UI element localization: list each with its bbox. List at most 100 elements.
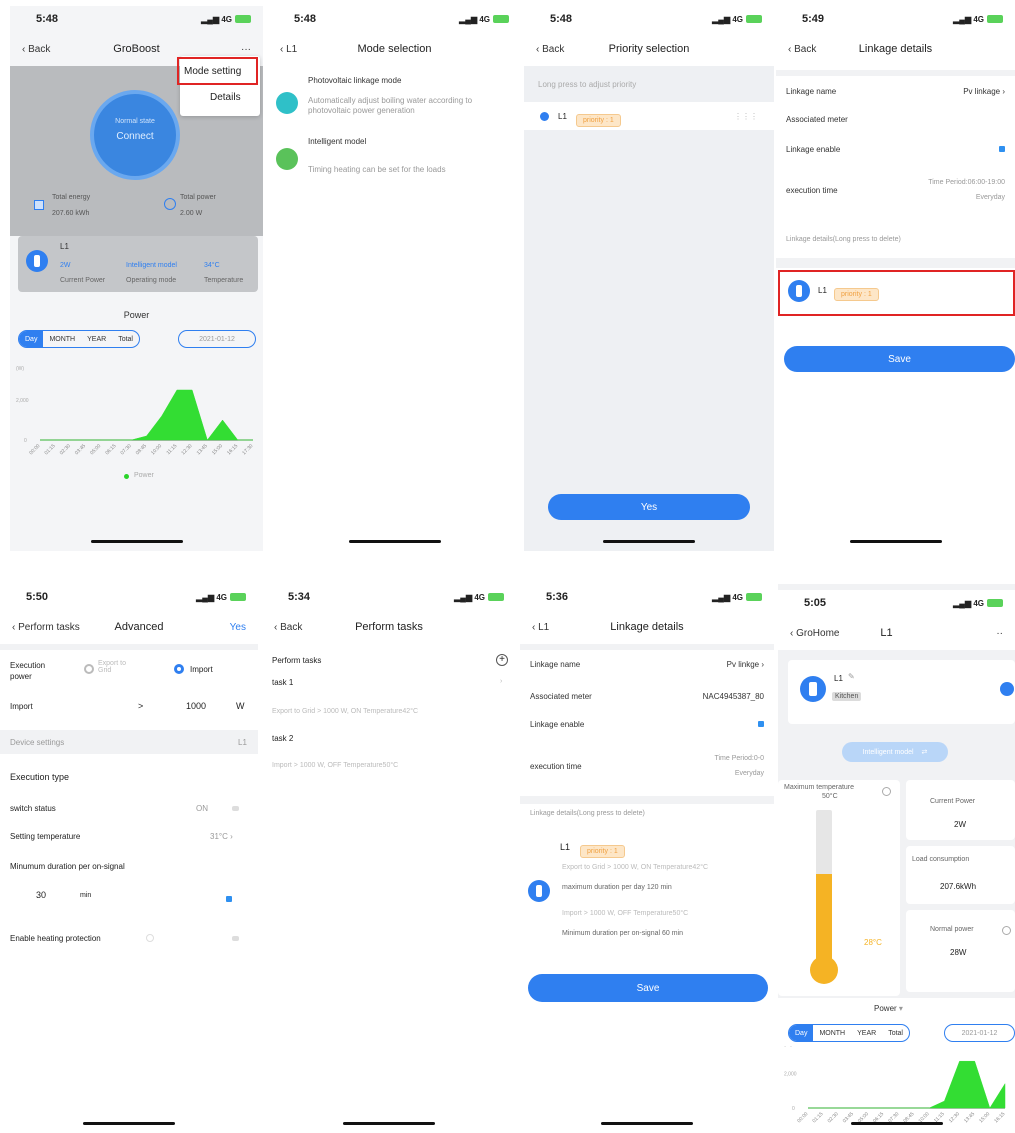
divider — [0, 644, 258, 650]
execution-time-row[interactable]: execution time Time Period:0-0 Everyday — [520, 744, 774, 788]
save-button[interactable]: Save — [528, 974, 768, 1002]
power-button-icon[interactable] — [1000, 682, 1014, 696]
signal-icon: ▂▄▆ 4G — [953, 599, 984, 608]
info-icon[interactable] — [146, 934, 154, 942]
linkage-enable-toggle[interactable] — [758, 721, 764, 727]
save-button[interactable]: Save — [784, 346, 1015, 372]
min-duration-unit: min — [80, 892, 92, 899]
min-duration-toggle[interactable] — [226, 896, 232, 902]
home-indicator — [90, 540, 183, 543]
back-button[interactable]: ‹ Perform tasks — [12, 622, 80, 633]
import-option-label: Import — [190, 665, 213, 674]
yes-button[interactable]: Yes — [230, 622, 246, 633]
info-icon[interactable] — [882, 787, 891, 796]
x-tick-label: 13:45 — [963, 1111, 976, 1124]
x-tick-label: 16:15 — [993, 1111, 1006, 1124]
period-segment: Day MONTH YEAR Total — [788, 1024, 910, 1042]
x-tick-label: 17:30 — [241, 443, 254, 456]
drag-handle-icon[interactable]: ⋮⋮⋮ — [734, 112, 758, 121]
power-title[interactable]: Power ▾ — [874, 1004, 903, 1013]
back-button[interactable]: ‹ Back — [22, 44, 50, 55]
intelligent-mode-title[interactable]: Intelligent model — [308, 137, 366, 146]
power-series-area — [40, 389, 253, 441]
intelligent-mode-icon[interactable] — [276, 148, 298, 170]
status-bar: 5:48 ▂▄▆ 4G — [10, 6, 263, 32]
room-badge: Kitchen — [832, 692, 862, 701]
more-button[interactable]: ·· — [996, 628, 1003, 639]
mode-pill-label: Intelligent model — [862, 748, 914, 756]
current-power-value: 2W — [954, 820, 966, 829]
y-tick-label: 0 — [24, 438, 27, 444]
execution-time-row[interactable]: execution time Time Period:06:00-19:00 E… — [776, 166, 1015, 214]
check-icon[interactable] — [540, 112, 549, 121]
edit-icon[interactable]: ✎ — [848, 672, 855, 681]
back-button[interactable]: ‹ Back — [274, 622, 302, 633]
highlight-linkage-item[interactable] — [778, 270, 1015, 316]
yes-button[interactable]: Yes — [548, 494, 750, 520]
add-task-icon[interactable]: + — [496, 654, 508, 666]
back-button[interactable]: ‹ GroHome — [790, 628, 839, 639]
back-button[interactable]: ‹ L1 — [532, 622, 549, 633]
x-tick-label: 10:00 — [150, 443, 163, 456]
heating-protection-toggle[interactable] — [232, 936, 239, 941]
status-time: 5:50 — [26, 591, 49, 603]
radio-export[interactable] — [84, 664, 94, 674]
page-title: Perform tasks — [355, 621, 423, 633]
min-duration-input[interactable]: 30 — [36, 890, 46, 900]
home-indicator — [603, 540, 695, 543]
y-tick-label: 2,000 — [16, 398, 29, 404]
y-unit-label: (W) — [784, 1046, 792, 1048]
task-2-name[interactable]: task 2 — [272, 734, 293, 743]
seg-day[interactable]: Day — [789, 1025, 814, 1041]
linkage-name-label: Linkage name — [786, 86, 837, 96]
circle-state-label: Normal state — [115, 118, 155, 125]
switch-status-toggle[interactable] — [232, 806, 239, 811]
back-button[interactable]: ‹ L1 — [280, 44, 297, 55]
home-indicator — [348, 540, 441, 543]
execution-period: Time Period:06:00-19:00 — [928, 179, 1005, 186]
linkage-name-row[interactable]: Linkage name Pv linkage › — [776, 80, 1015, 102]
pv-mode-icon[interactable] — [276, 92, 298, 114]
x-tick-label: 00:00 — [28, 443, 41, 456]
more-button[interactable]: ··· — [241, 44, 251, 55]
seg-total[interactable]: Total — [882, 1025, 909, 1041]
linkage-name-row[interactable]: Linkage name Pv linkge › — [520, 654, 774, 674]
associated-meter-value: NAC4945387_80 — [702, 691, 764, 701]
comparator[interactable]: > — [138, 701, 143, 711]
home-indicator — [849, 540, 942, 543]
task-1-chevron-icon[interactable]: › — [500, 678, 502, 685]
import-value-input[interactable]: 1000 — [186, 701, 206, 711]
power-chart: (W)2,000000:0001:1502:3003:4505:0006:150… — [16, 366, 255, 456]
seg-month[interactable]: MONTH — [43, 331, 81, 347]
screen-advanced: 5:50 ▂▄▆ 4G ‹ Perform tasks Advanced Yes… — [0, 584, 258, 1133]
task-1-name[interactable]: task 1 — [272, 678, 293, 687]
status-circle[interactable]: Normal state Connect — [90, 90, 180, 180]
linkage-enable-label: Linkage enable — [786, 144, 841, 154]
execution-repeat: Everyday — [734, 770, 764, 777]
date-picker[interactable]: 2021-01-12 — [944, 1024, 1015, 1042]
back-button[interactable]: ‹ Back — [788, 44, 816, 55]
info-icon[interactable] — [1002, 926, 1011, 935]
mode-pill[interactable]: Intelligent model ⇄ — [842, 742, 948, 762]
associated-meter-row[interactable]: Associated meter NAC4945387_80 — [520, 686, 774, 706]
menu-details[interactable]: Details — [210, 92, 241, 103]
task-2-desc: Import > 1000 W, OFF Temperature50°C — [272, 762, 399, 769]
linkage-line-3: Import > 1000 W, OFF Temperature50°C — [562, 910, 689, 917]
seg-total[interactable]: Total — [112, 331, 139, 347]
associated-meter-row[interactable]: Associated meter — [776, 108, 1015, 130]
seg-year[interactable]: YEAR — [81, 331, 112, 347]
page-title: Priority selection — [608, 43, 690, 55]
date-picker[interactable]: 2021-01-12 — [178, 330, 256, 348]
seg-year[interactable]: YEAR — [851, 1025, 882, 1041]
linkage-enable-toggle[interactable] — [999, 146, 1005, 152]
seg-day[interactable]: Day — [19, 331, 44, 347]
setting-temperature-value[interactable]: 31°C › — [210, 832, 233, 841]
power-chart: (W)2,000000:0001:1502:3003:4505:0006:150… — [784, 1046, 1007, 1124]
nav-bar: ‹ Back Priority selection — [524, 32, 774, 66]
x-tick-label: 12:30 — [180, 443, 193, 456]
back-button[interactable]: ‹ Back — [536, 44, 564, 55]
pv-mode-title[interactable]: Photovoltaic linkage mode — [308, 76, 401, 85]
radio-import[interactable] — [174, 664, 184, 674]
power-title: Power — [123, 310, 150, 320]
seg-month[interactable]: MONTH — [813, 1025, 851, 1041]
